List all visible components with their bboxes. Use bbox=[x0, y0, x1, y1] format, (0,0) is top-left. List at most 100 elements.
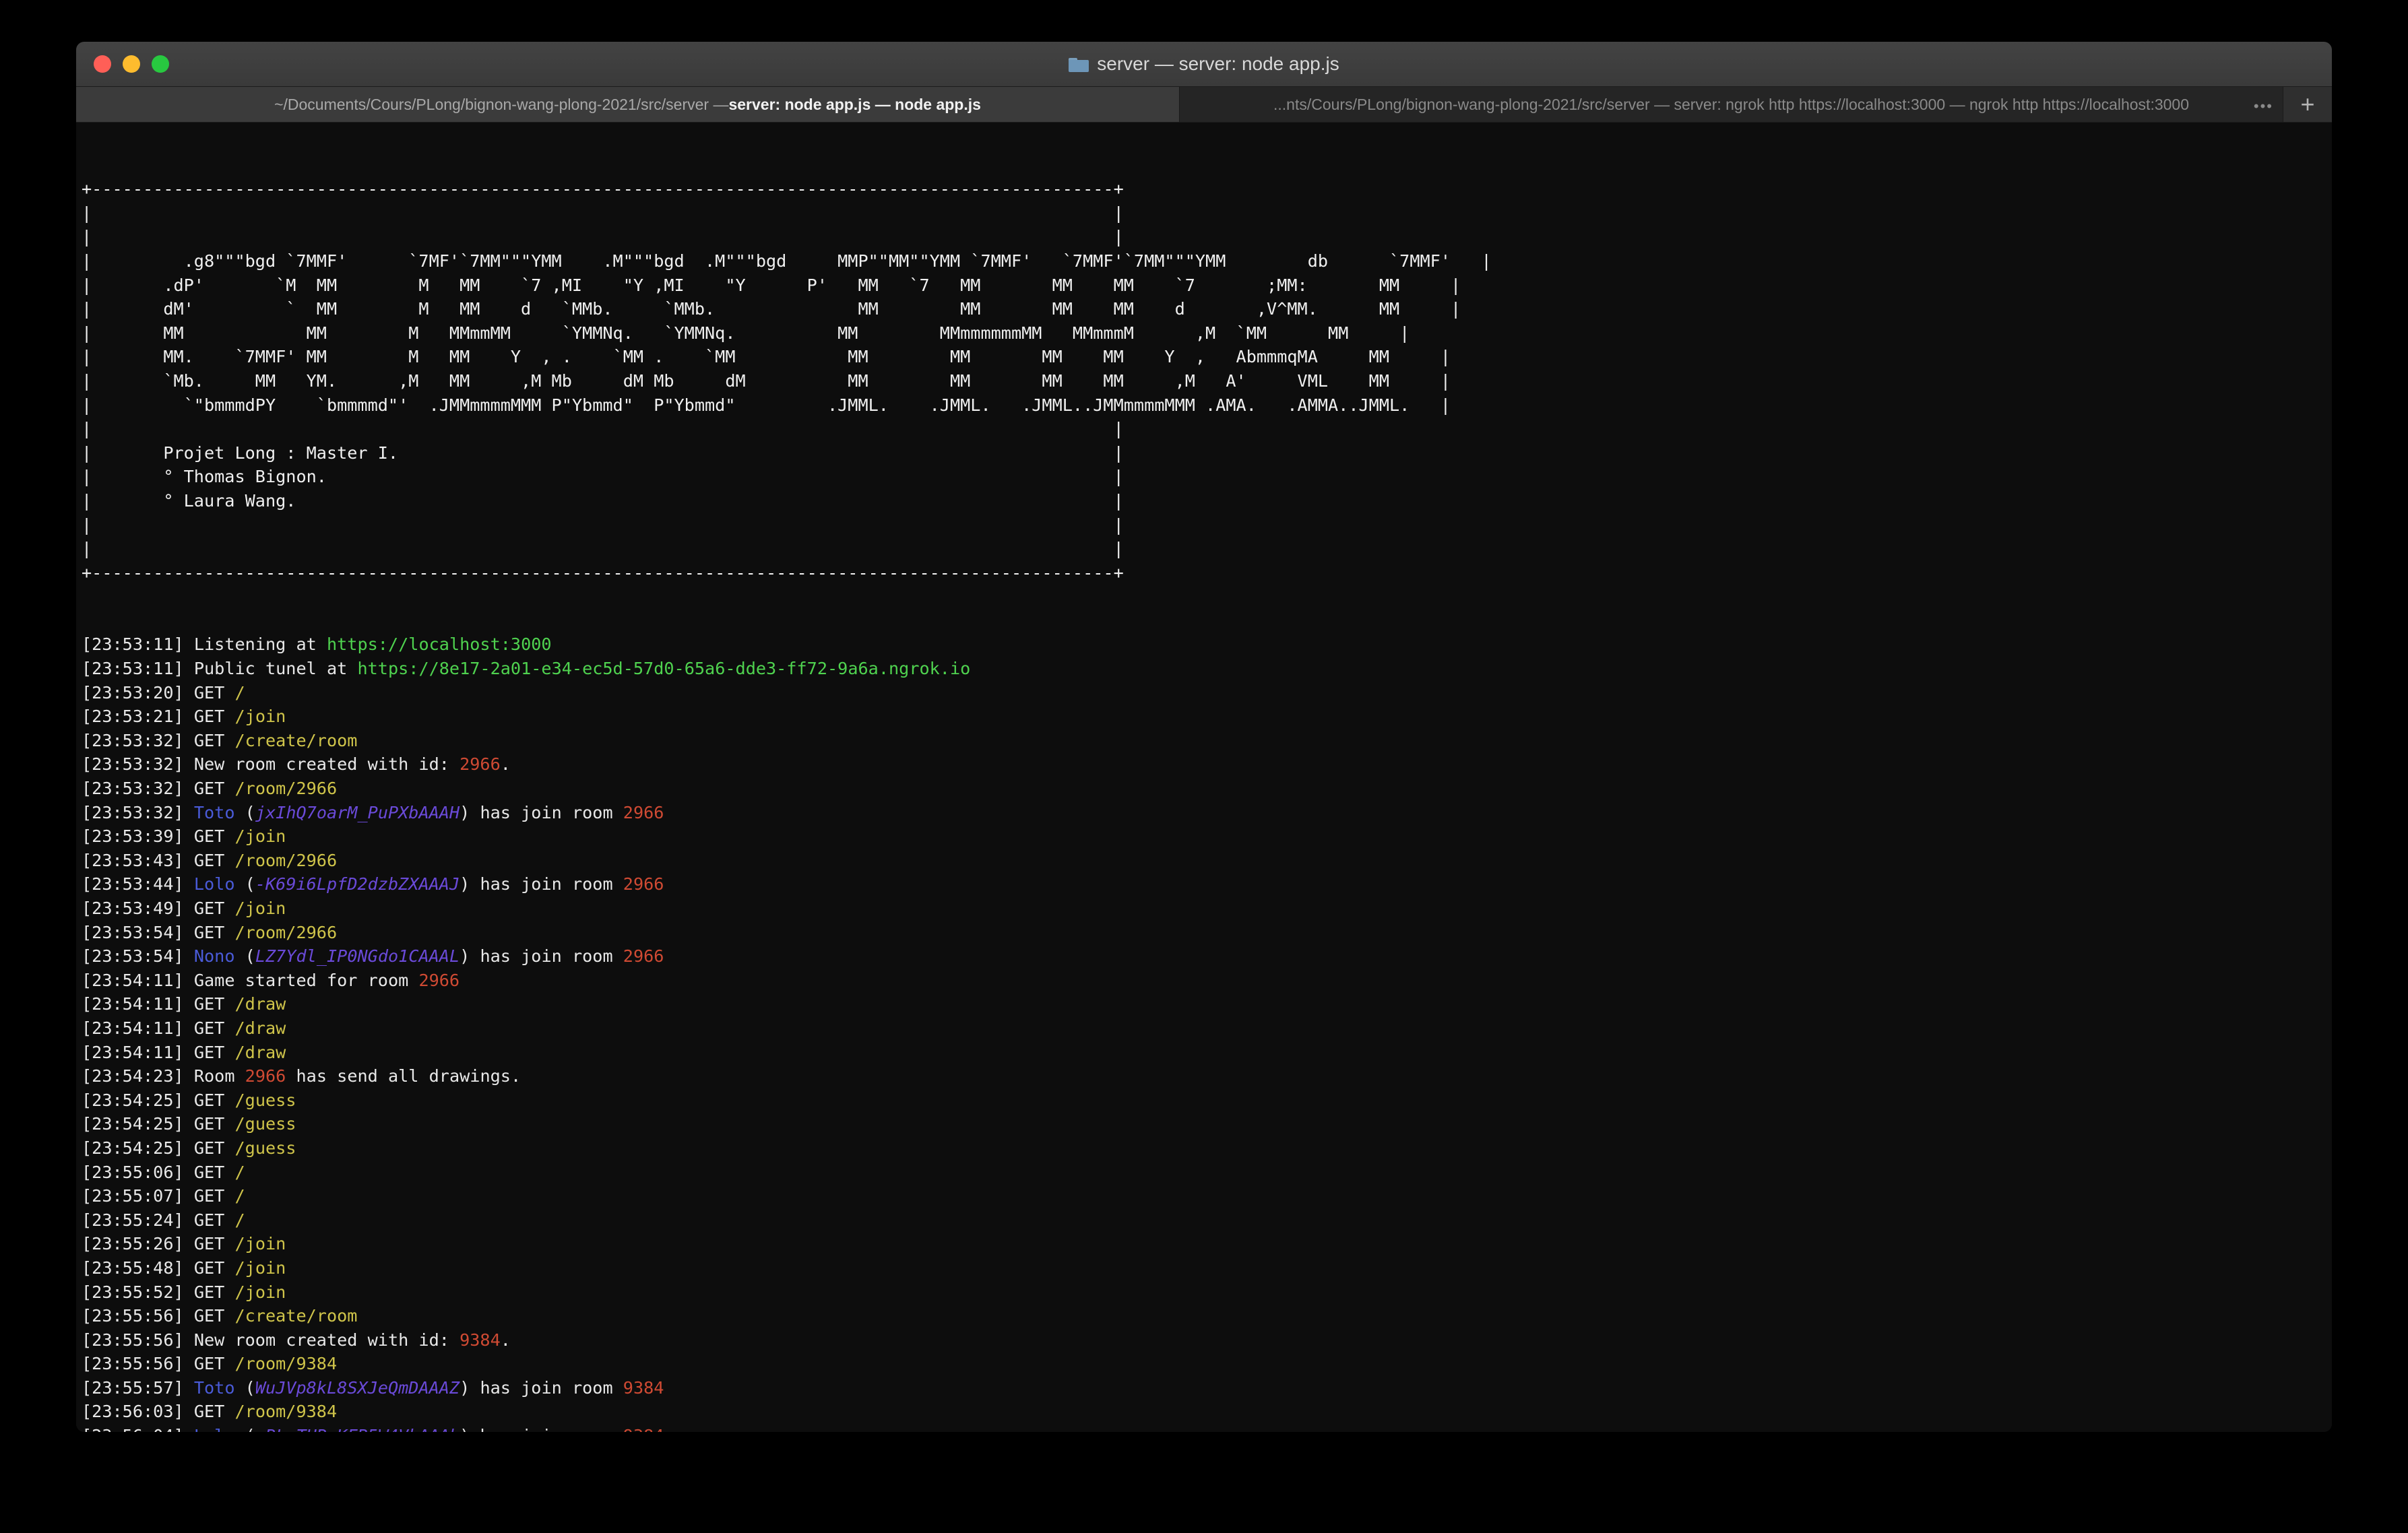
log-segment: GET bbox=[184, 1306, 235, 1326]
banner-line: | | bbox=[82, 225, 2332, 249]
log-entry: [23:55:52] GET /join bbox=[82, 1280, 2332, 1305]
log-entry: [23:53:32] GET /create/room bbox=[82, 729, 2332, 753]
log-segment: https://8e17-2a01-e34-ec5d-57d0-65a6-dde… bbox=[357, 659, 970, 678]
log-segment: /room/2966 bbox=[234, 851, 337, 870]
log-segment: GET bbox=[184, 1114, 235, 1134]
log-segment: ( bbox=[235, 946, 255, 966]
log-segment: GET bbox=[184, 826, 235, 846]
tab-label-prefix: ~/Documents/Cours/PLong/bignon-wang-plon… bbox=[274, 96, 728, 114]
log-segment: GET bbox=[184, 994, 235, 1014]
new-tab-button[interactable]: + bbox=[2283, 87, 2332, 122]
log-segment: GET bbox=[184, 1018, 235, 1038]
terminal-window: server — server: node app.js ~/Documents… bbox=[76, 42, 2332, 1432]
log-segment: 2966 bbox=[460, 754, 501, 774]
log-timestamp: [23:55:07] bbox=[82, 1186, 184, 1206]
close-button[interactable] bbox=[94, 55, 111, 73]
log-segment: Public tunel at bbox=[184, 659, 358, 678]
log-segment: . bbox=[501, 1330, 511, 1350]
log-entry: [23:54:11] Game started for room 2966 bbox=[82, 969, 2332, 993]
log-entry: [23:55:07] GET / bbox=[82, 1184, 2332, 1208]
log-segment: / bbox=[234, 1210, 245, 1230]
tab-node-app[interactable]: ~/Documents/Cours/PLong/bignon-wang-plon… bbox=[76, 87, 1180, 122]
log-segment: /room/2966 bbox=[234, 779, 337, 798]
log-segment bbox=[184, 946, 194, 966]
log-segment: 9384 bbox=[623, 1426, 664, 1432]
log-segment: /guess bbox=[234, 1114, 296, 1134]
log-timestamp: [23:53:32] bbox=[82, 754, 184, 774]
log-segment: Lolo bbox=[194, 1426, 235, 1432]
log-timestamp: [23:54:23] bbox=[82, 1066, 184, 1086]
log-entry: [23:53:21] GET /join bbox=[82, 705, 2332, 729]
window-title-text: server — server: node app.js bbox=[1097, 53, 1339, 75]
log-entry: [23:55:56] GET /room/9384 bbox=[82, 1352, 2332, 1376]
banner-line: | `"bmmmdPY `bmmmmd"' .JMMmmmmMMM P"Ybmm… bbox=[82, 393, 2332, 418]
terminal-output-area[interactable]: +---------------------------------------… bbox=[76, 123, 2332, 1432]
log-segment: Toto bbox=[194, 803, 235, 822]
log-entry: [23:56:03] GET /room/9384 bbox=[82, 1400, 2332, 1424]
log-entry: [23:54:25] GET /guess bbox=[82, 1112, 2332, 1136]
log-segment: ) has join room bbox=[460, 946, 623, 966]
banner-line: | | bbox=[82, 417, 2332, 441]
folder-icon bbox=[1069, 56, 1089, 72]
log-segment: /guess bbox=[234, 1138, 296, 1158]
banner-line: | MM MM M MMmmMM `YMMNq. `YMMNq. MM MMmm… bbox=[82, 321, 2332, 346]
log-segment: GET bbox=[184, 1402, 235, 1421]
log-segment: New room created with id: bbox=[184, 1330, 460, 1350]
log-segment: 2966 bbox=[623, 946, 664, 966]
log-timestamp: [23:54:25] bbox=[82, 1090, 184, 1110]
log-segment: LZ7Ydl_IP0NGdo1CAAAL bbox=[255, 946, 460, 966]
log-segment: GET bbox=[184, 1138, 235, 1158]
log-timestamp: [23:55:06] bbox=[82, 1163, 184, 1182]
log-segment: GET bbox=[184, 851, 235, 870]
log-segment: ( bbox=[235, 1426, 255, 1432]
log-entry: [23:53:43] GET /room/2966 bbox=[82, 849, 2332, 873]
log-segment: nRLoTHRcKFB5W4VkAAAb bbox=[255, 1426, 460, 1432]
log-timestamp: [23:53:49] bbox=[82, 899, 184, 918]
log-segment: /room/9384 bbox=[234, 1354, 337, 1373]
server-log: [23:53:11] Listening at https://localhos… bbox=[82, 632, 2332, 1432]
log-timestamp: [23:53:32] bbox=[82, 803, 184, 822]
tab-bar: ~/Documents/Cours/PLong/bignon-wang-plon… bbox=[76, 87, 2332, 123]
log-timestamp: [23:55:26] bbox=[82, 1234, 184, 1253]
log-segment bbox=[184, 874, 194, 894]
log-entry: [23:53:44] Lolo (-K69i6LpfD2dzbZXAAAJ) h… bbox=[82, 872, 2332, 896]
log-segment: GET bbox=[184, 899, 235, 918]
log-timestamp: [23:54:25] bbox=[82, 1138, 184, 1158]
log-segment: /guess bbox=[234, 1090, 296, 1110]
log-timestamp: [23:53:39] bbox=[82, 826, 184, 846]
minimize-button[interactable] bbox=[123, 55, 140, 73]
log-segment: Listening at bbox=[184, 634, 327, 654]
tab-ngrok[interactable]: ...nts/Cours/PLong/bignon-wang-plong-202… bbox=[1180, 87, 2283, 122]
banner-line: | `Mb. MM YM. ,M MM ,M Mb dM Mb dM MM MM… bbox=[82, 369, 2332, 393]
log-timestamp: [23:54:25] bbox=[82, 1114, 184, 1134]
log-segment: Room bbox=[184, 1066, 245, 1086]
log-segment bbox=[184, 803, 194, 822]
log-segment: ) has join room bbox=[460, 1426, 623, 1432]
log-entry: [23:55:56] New room created with id: 938… bbox=[82, 1328, 2332, 1352]
log-entry: [23:53:32] New room created with id: 296… bbox=[82, 752, 2332, 777]
log-segment: New room created with id: bbox=[184, 754, 460, 774]
log-segment: /draw bbox=[234, 994, 286, 1014]
log-segment: 9384 bbox=[623, 1378, 664, 1398]
log-entry: [23:53:11] Listening at https://localhos… bbox=[82, 632, 2332, 657]
log-segment: ) has join room bbox=[460, 1378, 623, 1398]
log-segment: /join bbox=[234, 899, 286, 918]
log-segment: / bbox=[234, 1163, 245, 1182]
log-segment: Toto bbox=[194, 1378, 235, 1398]
log-segment: GET bbox=[184, 1234, 235, 1253]
banner-line: +---------------------------------------… bbox=[82, 561, 2332, 585]
log-timestamp: [23:53:21] bbox=[82, 707, 184, 726]
log-segment: -K69i6LpfD2dzbZXAAAJ bbox=[255, 874, 460, 894]
log-segment: GET bbox=[184, 1186, 235, 1206]
maximize-button[interactable] bbox=[152, 55, 169, 73]
tab-overflow-icon[interactable]: ••• bbox=[2254, 99, 2273, 114]
window-title: server — server: node app.js bbox=[1069, 53, 1339, 75]
log-segment: /room/9384 bbox=[234, 1402, 337, 1421]
log-segment: 9384 bbox=[460, 1330, 501, 1350]
banner-line: | MM. `7MMF' MM M MM Y , . `MM . `MM MM … bbox=[82, 345, 2332, 369]
log-timestamp: [23:53:54] bbox=[82, 923, 184, 942]
log-segment: /join bbox=[234, 707, 286, 726]
log-segment: GET bbox=[184, 779, 235, 798]
log-entry: [23:56:04] Lolo (nRLoTHRcKFB5W4VkAAAb) h… bbox=[82, 1424, 2332, 1432]
log-entry: [23:53:20] GET / bbox=[82, 681, 2332, 705]
